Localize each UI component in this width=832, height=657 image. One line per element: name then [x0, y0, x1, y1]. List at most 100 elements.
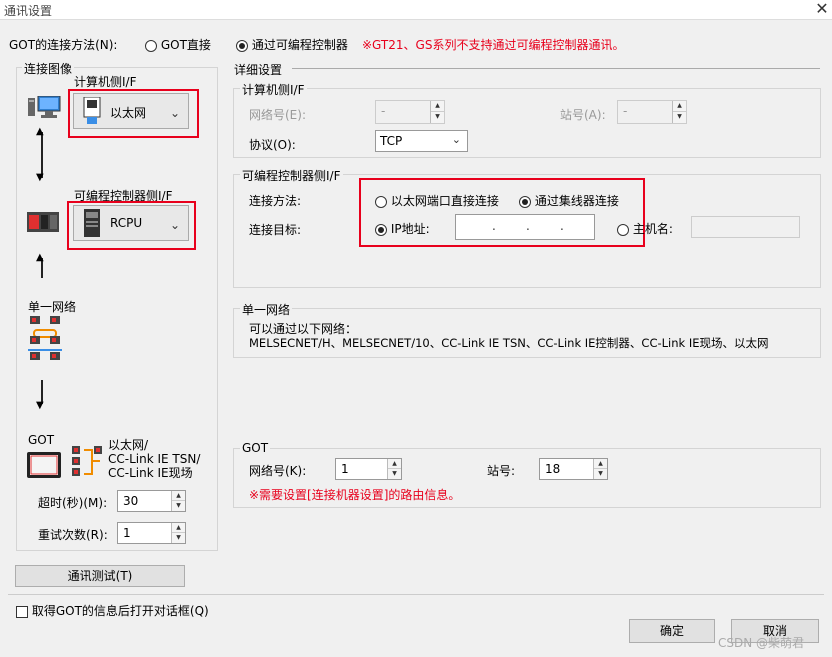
got-network-text: 以太网/ CC-Link IE TSN/ CC-Link IE现场: [108, 438, 201, 480]
pc-network-no-input[interactable]: - ▲ ▼: [375, 100, 445, 124]
pc-station-spinner[interactable]: ▲ ▼: [672, 101, 686, 123]
network-label: 单一网络: [28, 300, 77, 314]
timeout-value: 30: [123, 494, 139, 508]
open-dialog-checkbox[interactable]: 取得GOT的信息后打开对话框(Q): [16, 602, 209, 619]
open-dialog-checkbox-label: 取得GOT的信息后打开对话框(Q): [31, 604, 209, 618]
retry-spinner[interactable]: ▲ ▼: [171, 523, 185, 543]
spin-up-icon[interactable]: ▲: [172, 523, 185, 533]
arrow-down-icon: ▼: [36, 172, 44, 183]
network-list: MELSECNET/H、MELSECNET/10、CC-Link IE TSN、…: [249, 336, 769, 350]
got-group-title: GOT: [240, 441, 271, 455]
watermark: CSDN @柴萌君: [718, 636, 805, 650]
spin-up-icon[interactable]: ▲: [594, 459, 607, 469]
connection-image-title: 连接图像: [22, 60, 75, 77]
arrow-up-icon: ▲: [36, 252, 44, 263]
pc-station-input[interactable]: - ▲ ▼: [617, 100, 687, 124]
plc-if-value: RCPU: [110, 216, 143, 230]
radio-ip-address[interactable]: IP地址:: [375, 220, 430, 237]
pc-network-no-spinner[interactable]: ▲ ▼: [430, 101, 444, 123]
radio-got-direct-label: GOT直接: [160, 38, 211, 52]
got-network-no-label: 网络号(K):: [249, 464, 307, 478]
pc-station-label: 站号(A):: [560, 108, 606, 122]
chevron-down-icon: ⌄: [451, 133, 461, 146]
spin-down-icon[interactable]: ▼: [673, 112, 686, 123]
title-bar: [0, 0, 832, 20]
pc-if-group-title: 计算机侧I/F: [240, 81, 307, 98]
spin-down-icon[interactable]: ▼: [388, 469, 401, 479]
radio-via-hub-label: 通过集线器连接: [534, 194, 619, 208]
got-screen-icon: [27, 452, 61, 478]
retry-value: 1: [123, 526, 131, 540]
got-station-input[interactable]: 18 ▲ ▼: [539, 458, 608, 480]
chevron-down-icon: ⌄: [169, 106, 180, 120]
got-network-no-input[interactable]: 1 ▲ ▼: [335, 458, 402, 480]
checkbox-icon: [16, 605, 28, 618]
rcpu-icon: [82, 209, 102, 237]
ok-button[interactable]: 确定: [629, 619, 715, 643]
radio-got-direct[interactable]: GOT直接: [145, 36, 211, 53]
communication-test-button[interactable]: 通讯测试(T): [15, 565, 185, 587]
spin-down-icon[interactable]: ▼: [431, 112, 444, 123]
arrow-up-icon: ▲: [36, 126, 44, 137]
pc-station-value: -: [623, 104, 628, 118]
radio-icon: [236, 39, 248, 52]
warning-text: ※GT21、GS系列不支持通过可编程控制器通讯。: [362, 38, 625, 52]
radio-icon: [375, 223, 387, 236]
radio-via-hub[interactable]: 通过集线器连接: [519, 192, 619, 209]
detail-separator: [292, 68, 820, 69]
protocol-value: TCP: [380, 134, 403, 148]
protocol-select[interactable]: TCP ⌄: [375, 130, 468, 152]
timeout-spinner[interactable]: ▲ ▼: [171, 491, 185, 511]
spin-down-icon[interactable]: ▼: [594, 469, 607, 479]
radio-ip-address-label: IP地址:: [390, 222, 430, 236]
radio-via-plc[interactable]: 通过可编程控制器: [236, 36, 348, 53]
spin-down-icon[interactable]: ▼: [172, 501, 185, 511]
retry-label: 重试次数(R):: [38, 528, 108, 542]
pc-if-value: 以太网: [110, 106, 147, 120]
plc-icon: [27, 212, 59, 232]
bottom-separator: [8, 594, 824, 595]
got-network-no-spinner[interactable]: ▲ ▼: [387, 459, 401, 479]
retry-input[interactable]: 1 ▲ ▼: [117, 522, 186, 544]
radio-direct-ethernet[interactable]: 以太网端口直接连接: [375, 192, 499, 209]
radio-icon: [375, 195, 387, 208]
radio-host-name[interactable]: 主机名:: [617, 220, 673, 237]
pc-network-no-value: -: [381, 104, 386, 118]
ip-address-input[interactable]: . . .: [455, 214, 595, 240]
plc-if-group-title: 可编程控制器侧I/F: [240, 167, 343, 184]
host-name-input[interactable]: [691, 216, 800, 238]
spin-up-icon[interactable]: ▲: [172, 491, 185, 501]
connection-method-label: GOT的连接方法(N):: [9, 38, 118, 52]
pc-if-select[interactable]: 以太网 ⌄: [73, 93, 189, 129]
chevron-down-icon: ⌄: [169, 218, 180, 232]
spin-up-icon[interactable]: ▲: [431, 101, 444, 112]
radio-via-plc-label: 通过可编程控制器: [251, 38, 348, 52]
radio-host-name-label: 主机名:: [632, 222, 673, 236]
radio-icon: [617, 223, 629, 236]
got-station-value: 18: [545, 462, 561, 476]
got-routing-note: ※需要设置[连接机器设置]的路由信息。: [249, 488, 461, 502]
got-station-label: 站号:: [487, 464, 516, 478]
network-icon: [28, 314, 62, 362]
timeout-input[interactable]: 30 ▲ ▼: [117, 490, 186, 512]
plc-if-select[interactable]: RCPU ⌄: [73, 205, 189, 241]
pc-network-no-label: 网络号(E):: [249, 108, 306, 122]
got-label: GOT: [28, 433, 55, 447]
pc-icon: [28, 95, 62, 120]
got-network-icon: [70, 444, 104, 478]
radio-icon: [519, 195, 531, 208]
spin-down-icon[interactable]: ▼: [172, 533, 185, 543]
connection-target-label: 连接目标:: [249, 223, 302, 237]
pc-if-group: [233, 88, 821, 158]
radio-direct-ethernet-label: 以太网端口直接连接: [390, 194, 499, 208]
spin-up-icon[interactable]: ▲: [388, 459, 401, 469]
window-title: 通讯设置: [4, 4, 53, 18]
pc-if-label: 计算机侧I/F: [72, 73, 139, 90]
ethernet-icon: [80, 96, 104, 125]
timeout-label: 超时(秒)(M):: [38, 496, 108, 510]
got-station-spinner[interactable]: ▲ ▼: [593, 459, 607, 479]
protocol-label: 协议(O):: [249, 138, 296, 152]
connection-method-field-label: 连接方法:: [249, 194, 302, 208]
spin-up-icon[interactable]: ▲: [673, 101, 686, 112]
close-icon[interactable]: ✕: [812, 0, 832, 20]
